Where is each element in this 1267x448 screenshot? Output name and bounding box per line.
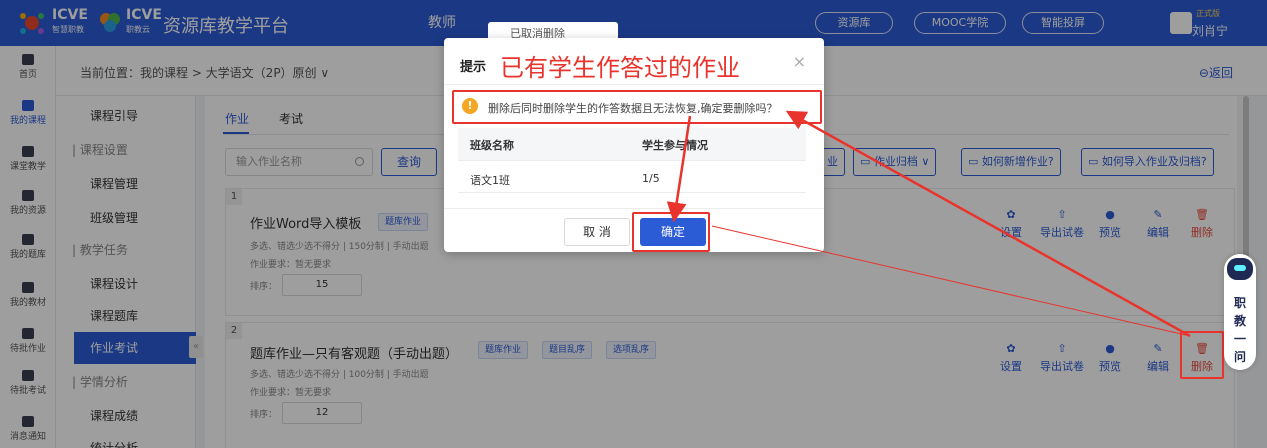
assistant-char: 教: [1233, 314, 1246, 328]
arrow-delete-to-warning: [785, 110, 1191, 338]
assistant-widget[interactable]: 职 教 一 问: [1224, 254, 1256, 370]
assistant-char: 问: [1233, 350, 1246, 364]
assistant-char: 职: [1233, 296, 1246, 310]
arrow-warning-to-confirm: [666, 115, 692, 223]
assistant-char: 一: [1233, 332, 1246, 346]
robot-icon: [1227, 258, 1253, 280]
annotation-arrows: [666, 110, 1191, 338]
arrow-delete-to-confirm: [711, 225, 1191, 337]
